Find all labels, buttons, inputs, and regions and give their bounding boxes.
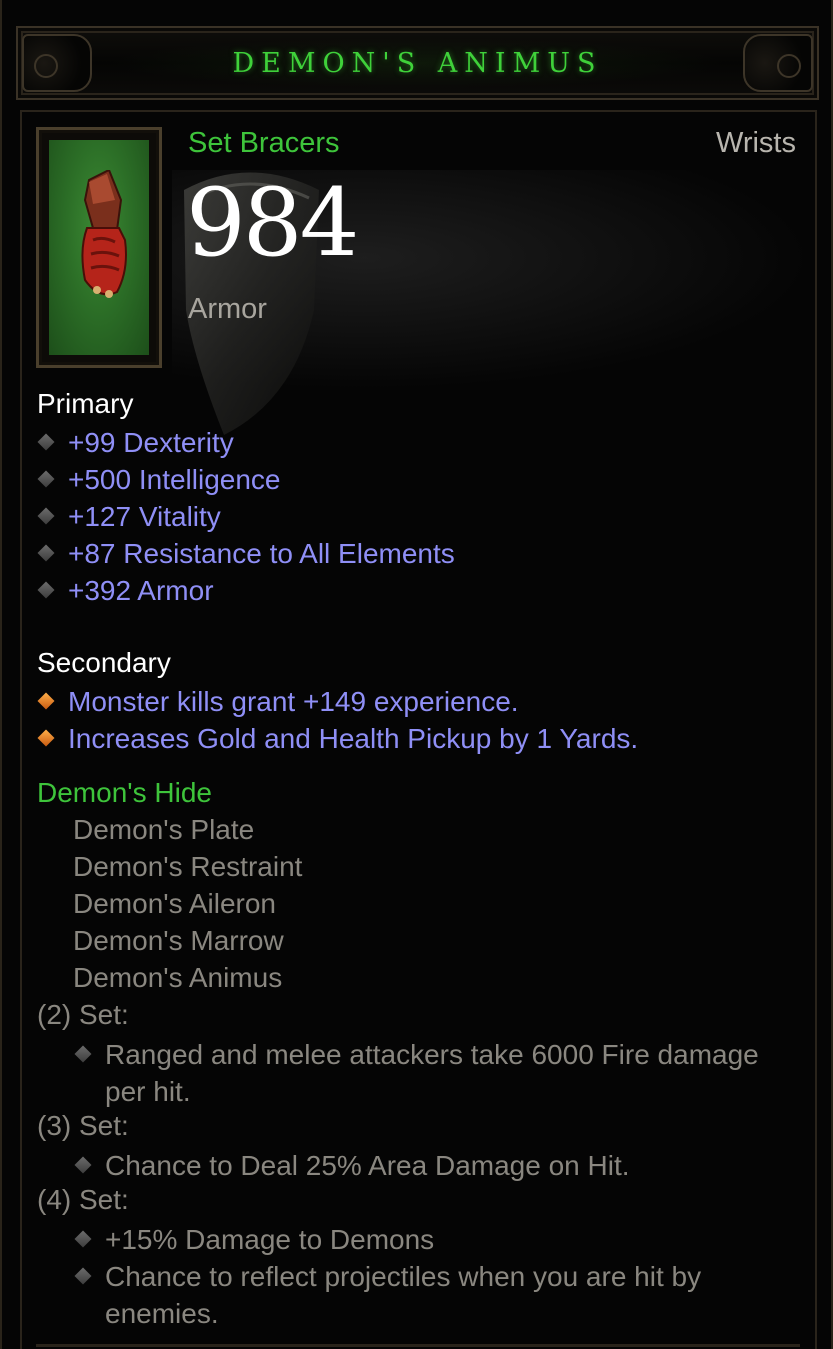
primary-stat: +127 Vitality (37, 499, 221, 535)
header-ornament-right (743, 34, 813, 92)
item-icon-frame[interactable] (36, 127, 162, 368)
secondary-stat: Increases Gold and Health Pickup by 1 Ya… (37, 721, 638, 757)
item-slot: Wrists (715, 127, 796, 159)
primary-stat: +99 Dexterity (37, 425, 234, 461)
armor-value: 984 (186, 169, 359, 278)
set-bonus-tier: (3) Set: (37, 1110, 129, 1141)
diamond-bullet-icon (74, 1267, 92, 1285)
set-bonus-effect: Chance to reflect projectiles when you a… (74, 1258, 774, 1332)
set-bonus-tier: (2) Set: (37, 999, 129, 1030)
set-piece: Demon's Aileron (73, 888, 276, 919)
secondary-label: Secondary (37, 647, 171, 678)
set-piece: Demon's Marrow (73, 925, 284, 956)
diamond-bullet-icon (37, 692, 55, 710)
set-piece: Demon's Plate (73, 814, 255, 845)
diamond-bullet-icon (37, 544, 55, 562)
set-bonus-effect: +15% Damage to Demons (74, 1221, 774, 1258)
diamond-bullet-icon (37, 433, 55, 451)
item-name: DEMON'S ANIMUS (232, 48, 603, 79)
armor-label: Armor (188, 293, 267, 325)
diamond-bullet-icon (37, 470, 55, 488)
primary-stat: +500 Intelligence (37, 462, 281, 498)
item-type: Set Bracers (188, 127, 340, 159)
set-bonus-effect: Chance to Deal 25% Area Damage on Hit. (74, 1147, 774, 1184)
bracer-icon (81, 170, 127, 298)
set-bonus-tier: (4) Set: (37, 1184, 129, 1215)
primary-stat: +392 Armor (37, 573, 214, 609)
tooltip-header: DEMON'S ANIMUS (16, 26, 819, 100)
bottom-divider (36, 1344, 800, 1347)
primary-stat: +87 Resistance to All Elements (37, 536, 455, 572)
primary-label: Primary (37, 388, 134, 419)
diamond-bullet-icon (74, 1045, 92, 1063)
diamond-bullet-icon (37, 729, 55, 747)
diamond-bullet-icon (74, 1156, 92, 1174)
set-name: Demon's Hide (37, 777, 212, 808)
set-bonus-effect: Ranged and melee attackers take 6000 Fir… (74, 1036, 774, 1110)
diamond-bullet-icon (74, 1230, 92, 1248)
diamond-bullet-icon (37, 581, 55, 599)
set-piece: Demon's Animus (73, 962, 283, 993)
set-piece: Demon's Restraint (73, 851, 303, 882)
diamond-bullet-icon (37, 507, 55, 525)
item-tooltip: DEMON'S ANIMUS Set Bracers Wrists 984 Ar… (0, 0, 833, 1349)
secondary-stat: Monster kills grant +149 experience. (37, 684, 519, 720)
